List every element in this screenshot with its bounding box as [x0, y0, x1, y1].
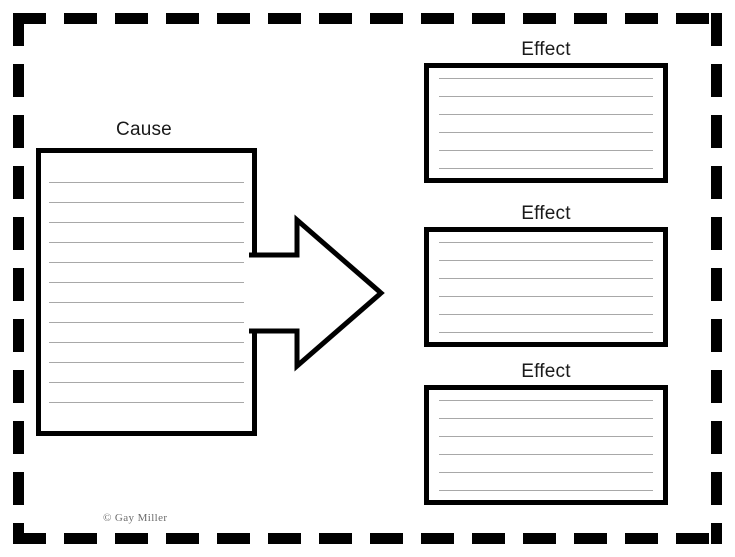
rule-line	[49, 401, 244, 403]
rule-line	[49, 261, 244, 263]
rule-line	[439, 435, 653, 437]
effect-rule-lines-2	[439, 232, 653, 342]
frame-right-edge	[711, 13, 722, 544]
rule-line	[439, 95, 653, 97]
worksheet-canvas: Cause Effect Effect Effect © Gay Miller	[0, 0, 735, 557]
frame-corner-top-right	[711, 13, 722, 24]
frame-corner-bottom-right	[711, 533, 722, 544]
rule-line	[439, 241, 653, 243]
rule-line	[49, 381, 244, 383]
frame-corner-bottom-left	[13, 533, 24, 544]
cause-label: Cause	[116, 119, 172, 140]
rule-line	[439, 489, 653, 491]
rule-line	[439, 167, 653, 169]
rule-line	[439, 295, 653, 297]
copyright-notice: © Gay Miller	[103, 512, 168, 524]
effect-writing-box-3[interactable]	[424, 385, 668, 505]
rule-line	[439, 149, 653, 151]
frame-left-edge	[13, 13, 24, 544]
effect-rule-lines-3	[439, 390, 653, 500]
rule-line	[49, 281, 244, 283]
rule-line	[49, 181, 244, 183]
effect-writing-box-1[interactable]	[424, 63, 668, 183]
rule-line	[439, 131, 653, 133]
rule-line	[439, 259, 653, 261]
effect-label-1: Effect	[521, 39, 571, 60]
effect-label-3: Effect	[521, 361, 571, 382]
effect-rule-lines-1	[439, 68, 653, 178]
rule-line	[49, 361, 244, 363]
rule-line	[439, 471, 653, 473]
rule-line	[439, 417, 653, 419]
rule-line	[439, 277, 653, 279]
rule-line	[49, 241, 244, 243]
rule-line	[49, 201, 244, 203]
rule-line	[439, 399, 653, 401]
rule-line	[49, 321, 244, 323]
rule-line	[439, 331, 653, 333]
cause-writing-box[interactable]	[36, 148, 257, 436]
rule-line	[49, 221, 244, 223]
rule-line	[439, 313, 653, 315]
cause-rule-lines	[49, 153, 244, 431]
frame-bottom-edge	[13, 533, 722, 544]
rule-line	[49, 341, 244, 343]
right-arrow-icon	[243, 208, 388, 378]
frame-top-edge	[13, 13, 722, 24]
rule-line	[49, 301, 244, 303]
rule-line	[439, 453, 653, 455]
rule-line	[439, 113, 653, 115]
effect-writing-box-2[interactable]	[424, 227, 668, 347]
frame-corner-top-left	[13, 13, 24, 24]
rule-line	[439, 77, 653, 79]
effect-label-2: Effect	[521, 203, 571, 224]
